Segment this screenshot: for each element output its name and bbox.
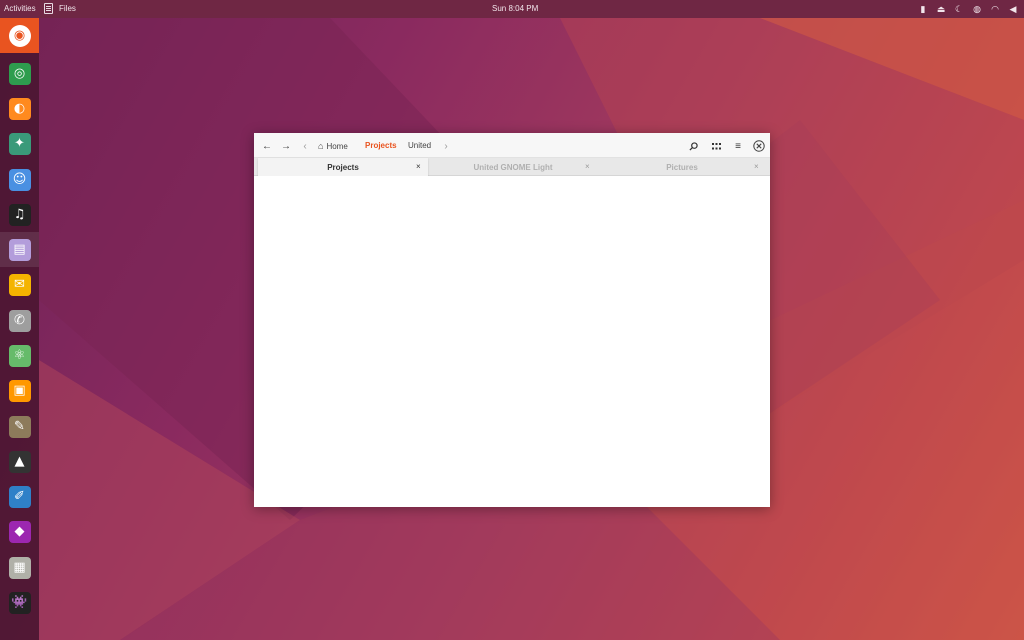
menu-button[interactable]: ≡ [731, 139, 745, 153]
breadcrumb-right-chevron-icon[interactable]: › [439, 139, 453, 153]
ubuntu-logo-icon: ◉ [8, 24, 31, 47]
dock-item-ubuntu-logo[interactable]: ◉ [0, 18, 39, 53]
dock-item-safari-compass[interactable]: ✦ [0, 126, 39, 161]
tab-pictures[interactable]: Pictures [598, 158, 766, 176]
chrome-icon: ◎ [8, 62, 31, 85]
tab-bar: Projects × United GNOME Light × Pictures… [254, 158, 770, 176]
dock-item-package[interactable]: ▣ [0, 373, 39, 408]
app-menu-label: Files [59, 4, 76, 13]
dock-item-atom[interactable]: ⚛ [0, 338, 39, 373]
tab-label: United GNOME Light [473, 162, 553, 172]
sketch-icon: ✐ [8, 485, 31, 508]
battery-icon[interactable]: ▮ [918, 4, 928, 14]
wifi-icon[interactable]: ◠ [990, 4, 1000, 14]
dock-item-firefox[interactable]: ◐ [0, 91, 39, 126]
weather-icon[interactable]: ☾ [954, 4, 964, 14]
view-toggle-button[interactable] [709, 139, 723, 153]
tab-close-button[interactable]: × [416, 162, 421, 171]
music-icon: ♫ [8, 203, 31, 226]
breadcrumb-next[interactable]: United [408, 141, 431, 150]
header-bar: ← → ‹ ⌂ Home Projects United › ≡ [254, 133, 770, 158]
search-icon [688, 141, 698, 151]
file-view[interactable] [254, 176, 770, 507]
breadcrumb-current[interactable]: Projects [365, 141, 397, 150]
volume-icon[interactable]: ◀ [1008, 4, 1018, 14]
atom-icon: ⚛ [8, 344, 31, 367]
breadcrumb-home-label: Home [326, 141, 348, 151]
app-menu[interactable]: Files [44, 3, 76, 14]
firefox-icon: ◐ [8, 97, 31, 120]
tab-close-button[interactable]: × [754, 162, 759, 171]
globe-icon[interactable]: ◍ [972, 4, 982, 14]
system-tray[interactable]: ▮ ⏏ ☾ ◍ ◠ ◀ [918, 2, 1018, 16]
search-button[interactable] [686, 139, 700, 153]
dock-item-phone[interactable]: ✆ [0, 303, 39, 338]
dock-item-partial[interactable] [0, 621, 39, 640]
clock[interactable]: Sun 8:04 PM [492, 4, 538, 13]
dock-item-calculator[interactable]: ▦ [0, 550, 39, 585]
top-bar: Activities Files Sun 8:04 PM ▮ ⏏ ☾ ◍ ◠ ◀ [0, 0, 1024, 18]
files-app-icon [44, 3, 53, 14]
files-window: ← → ‹ ⌂ Home Projects United › ≡ Project… [254, 133, 770, 507]
grid-icon [711, 142, 721, 149]
eject-icon[interactable]: ⏏ [936, 4, 946, 14]
tab-united-gnome-light[interactable]: United GNOME Light [428, 158, 598, 176]
activities-button[interactable]: Activities [4, 4, 36, 13]
dock-item-sketch[interactable]: ✐ [0, 479, 39, 514]
window-close-button[interactable] [752, 139, 766, 153]
forward-button[interactable]: → [279, 139, 293, 153]
gimp-icon: ✎ [8, 415, 31, 438]
tab-close-button[interactable]: × [585, 162, 590, 171]
home-icon: ⌂ [318, 141, 324, 151]
breadcrumb-left-chevron-icon[interactable]: ‹ [298, 139, 312, 153]
breadcrumb-home[interactable]: ⌂ Home [318, 141, 348, 151]
package-icon: ▣ [8, 379, 31, 402]
close-icon [753, 140, 765, 152]
safari-compass-icon: ✦ [8, 132, 31, 155]
messenger-icon: ☺ [8, 168, 31, 191]
game-invader-icon: 👾 [8, 591, 31, 614]
dock: ◉ ◎ ◐ ✦ ☺ ♫ ▤ ✉ ✆ ⚛ ▣ ✎ ▲ ✐ ◆ ▦ 👾 [0, 18, 39, 640]
color-picker-icon: ◆ [8, 520, 31, 543]
tab-label: Projects [327, 162, 359, 172]
mail-icon: ✉ [8, 273, 31, 296]
dock-item-messenger[interactable]: ☺ [0, 162, 39, 197]
tab-label: Pictures [666, 162, 698, 172]
inkscape-icon: ▲ [8, 450, 31, 473]
dock-item-mail[interactable]: ✉ [0, 267, 39, 302]
dock-item-game-invader[interactable]: 👾 [0, 585, 39, 620]
dock-item-gimp[interactable]: ✎ [0, 409, 39, 444]
calculator-icon: ▦ [8, 556, 31, 579]
dock-item-color-picker[interactable]: ◆ [0, 514, 39, 549]
tab-projects[interactable]: Projects [258, 158, 428, 176]
dock-item-inkscape[interactable]: ▲ [0, 444, 39, 479]
dock-item-files[interactable]: ▤ [0, 232, 39, 267]
dock-item-music[interactable]: ♫ [0, 197, 39, 232]
files-icon: ▤ [8, 238, 31, 261]
dock-item-chrome[interactable]: ◎ [0, 56, 39, 91]
phone-icon: ✆ [8, 309, 31, 332]
back-button[interactable]: ← [260, 139, 274, 153]
